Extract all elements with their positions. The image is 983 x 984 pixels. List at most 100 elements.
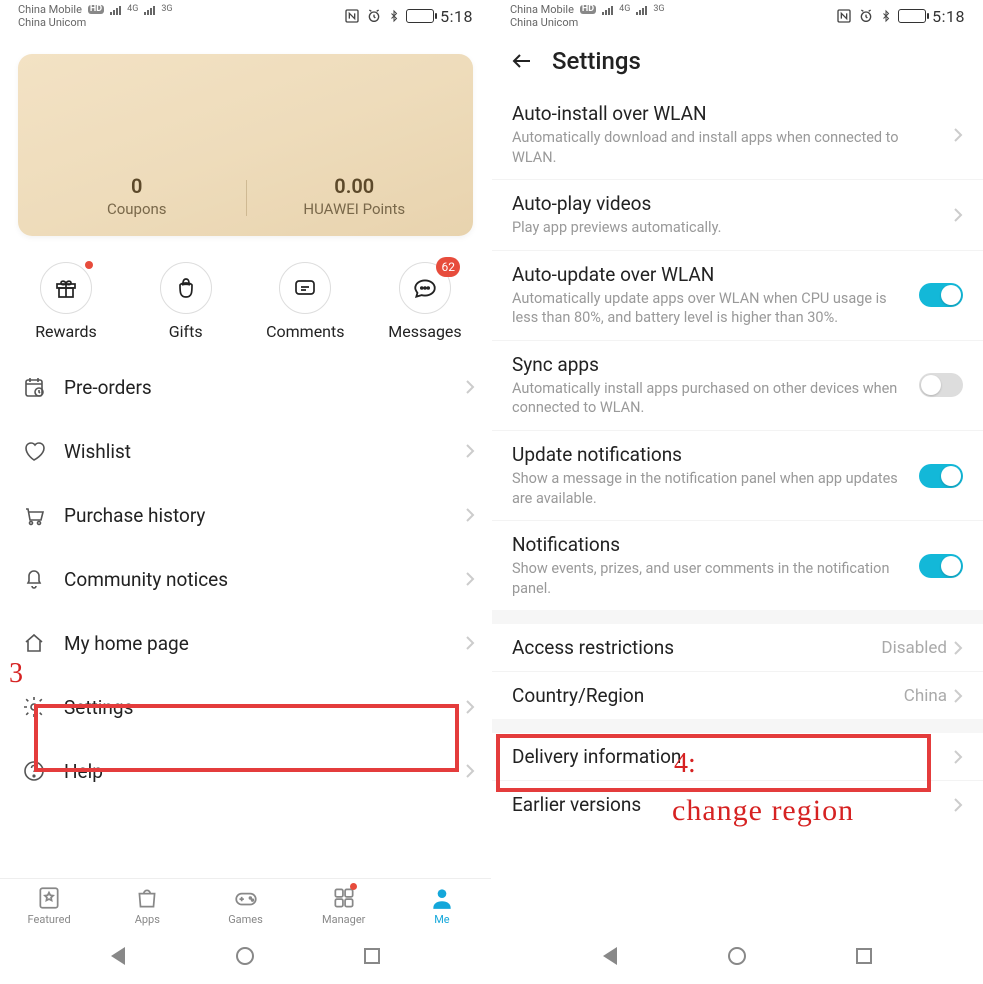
setting-update-notifications[interactable]: Update notifications Show a message in t…: [492, 431, 983, 521]
annotation-highlight-country: [496, 734, 931, 792]
messages-badge: 62: [436, 257, 460, 277]
page-header: Settings: [492, 32, 983, 90]
status-bar: China Mobile HD 4G 3G China Unicom 5:18: [492, 0, 983, 32]
bag-icon: [174, 276, 198, 300]
net-4g: 4G: [127, 5, 138, 14]
clock-time: 5:18: [932, 7, 965, 26]
chevron-right-icon: [953, 127, 963, 143]
signal-icon: [110, 5, 121, 15]
annotation-step-4: 4:: [674, 748, 696, 780]
chevron-right-icon: [465, 443, 475, 459]
nav-home[interactable]: [728, 947, 746, 965]
tab-bar: Featured Apps Games Manager Me: [0, 878, 491, 928]
rewards-button[interactable]: Rewards: [22, 262, 110, 341]
tab-games[interactable]: Games: [196, 885, 294, 926]
chevron-right-icon: [465, 571, 475, 587]
chevron-right-icon: [953, 207, 963, 223]
coupons-value: 0: [28, 174, 246, 198]
menu-community-notices[interactable]: Community notices: [0, 547, 491, 611]
android-nav-bar: [0, 928, 491, 984]
quick-actions: Rewards Gifts Comments 62 Messages: [0, 248, 491, 347]
coupons-stat[interactable]: 0 Coupons: [28, 168, 246, 228]
chevron-right-icon: [465, 635, 475, 651]
chevron-right-icon: [465, 763, 475, 779]
hd-badge: HD: [88, 5, 104, 14]
carrier-2: China Unicom: [18, 17, 173, 28]
bag-icon: [134, 885, 160, 911]
nav-back[interactable]: [111, 947, 125, 965]
menu-preorders[interactable]: Pre-orders: [0, 355, 491, 419]
clock-time: 5:18: [440, 7, 473, 26]
setting-auto-update-wlan[interactable]: Auto-update over WLAN Automatically upda…: [492, 251, 983, 341]
signal-icon: [602, 5, 613, 15]
gifts-button[interactable]: Gifts: [142, 262, 230, 341]
alarm-icon: [858, 8, 874, 24]
profile-card[interactable]: 0 Coupons 0.00 HUAWEI Points: [18, 54, 473, 236]
nfc-icon: [344, 8, 360, 24]
net-3g: 3G: [161, 5, 172, 14]
chevron-right-icon: [465, 507, 475, 523]
settings-screen: China Mobile HD 4G 3G China Unicom 5:18 …: [492, 0, 983, 984]
chevron-right-icon: [465, 699, 475, 715]
cart-icon: [22, 503, 46, 527]
gift-icon: [54, 276, 78, 300]
chevron-right-icon: [953, 749, 963, 765]
setting-auto-install-wlan[interactable]: Auto-install over WLAN Automatically dow…: [492, 90, 983, 180]
comment-icon: [293, 276, 317, 300]
tab-apps[interactable]: Apps: [98, 885, 196, 926]
chevron-right-icon: [953, 640, 963, 656]
signal-icon-2: [636, 5, 647, 15]
setting-notifications[interactable]: Notifications Show events, prizes, and u…: [492, 521, 983, 610]
nav-recent[interactable]: [364, 948, 380, 964]
net-3g: 3G: [653, 5, 664, 14]
signal-icon-2: [144, 5, 155, 15]
toggle-notifications[interactable]: [919, 554, 963, 578]
messages-button[interactable]: 62 Messages: [381, 262, 469, 341]
carrier-2: China Unicom: [510, 17, 665, 28]
back-arrow-icon[interactable]: [510, 49, 534, 73]
chevron-right-icon: [953, 688, 963, 704]
home-icon: [22, 631, 46, 655]
alarm-icon: [366, 8, 382, 24]
setting-access-restrictions[interactable]: Access restrictions Disabled: [492, 624, 983, 672]
setting-country-region[interactable]: Country/Region China: [492, 672, 983, 719]
calendar-icon: [22, 375, 46, 399]
menu-purchase-history[interactable]: Purchase history: [0, 483, 491, 547]
star-page-icon: [36, 885, 62, 911]
tab-me[interactable]: Me: [393, 885, 491, 926]
chevron-right-icon: [953, 797, 963, 813]
person-icon: [429, 885, 455, 911]
setting-auto-play-videos[interactable]: Auto-play videos Play app previews autom…: [492, 180, 983, 251]
bell-icon: [22, 567, 46, 591]
tab-featured[interactable]: Featured: [0, 885, 98, 926]
me-screen: China Mobile HD 4G 3G China Unicom 5:18 …: [0, 0, 491, 984]
nav-back[interactable]: [603, 947, 617, 965]
hd-badge: HD: [580, 5, 596, 14]
page-title: Settings: [552, 47, 641, 75]
country-region-value: China: [904, 686, 947, 706]
battery-icon: [898, 9, 926, 23]
toggle-sync-apps[interactable]: [919, 373, 963, 397]
android-nav-bar: [492, 928, 983, 984]
heart-icon: [22, 439, 46, 463]
status-bar: China Mobile HD 4G 3G China Unicom 5:18: [0, 0, 491, 32]
nav-home[interactable]: [236, 947, 254, 965]
toggle-auto-update[interactable]: [919, 283, 963, 307]
tab-manager[interactable]: Manager: [295, 885, 393, 926]
access-restrictions-value: Disabled: [881, 638, 947, 658]
annotation-highlight-settings: [34, 704, 459, 772]
bluetooth-icon: [880, 8, 892, 24]
points-value: 0.00: [246, 174, 464, 198]
points-stat[interactable]: 0.00 HUAWEI Points: [246, 168, 464, 228]
comments-button[interactable]: Comments: [261, 262, 349, 341]
chat-icon: [412, 275, 438, 301]
menu-my-home-page[interactable]: My home page: [0, 611, 491, 675]
bluetooth-icon: [388, 8, 400, 24]
annotation-change-region: change region: [672, 794, 854, 828]
nav-recent[interactable]: [856, 948, 872, 964]
setting-sync-apps[interactable]: Sync apps Automatically install apps pur…: [492, 341, 983, 431]
toggle-update-notifications[interactable]: [919, 464, 963, 488]
menu-wishlist[interactable]: Wishlist: [0, 419, 491, 483]
gamepad-icon: [232, 885, 260, 911]
net-4g: 4G: [619, 5, 630, 14]
